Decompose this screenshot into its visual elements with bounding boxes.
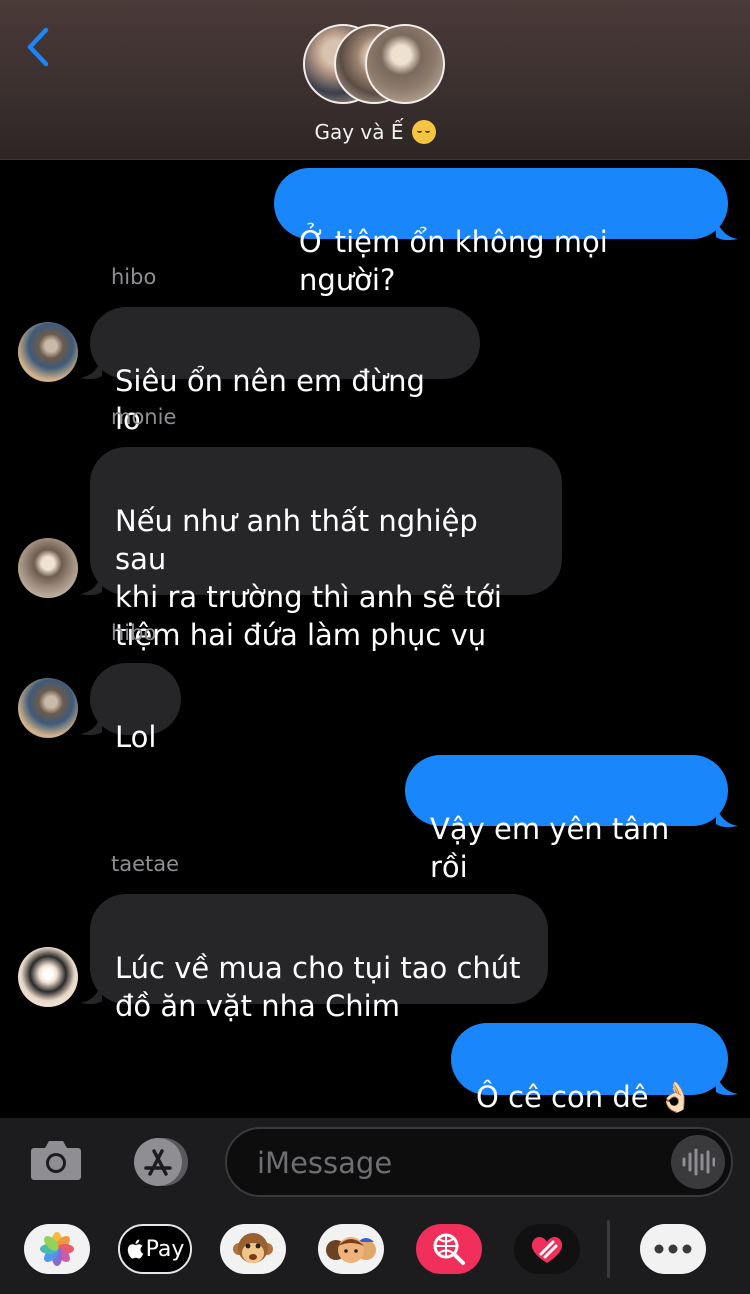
bubble-tail [716, 802, 738, 828]
app-store-button[interactable] [126, 1137, 190, 1187]
message-text: Vậy em yên tâm rồi [430, 812, 670, 884]
chevron-left-icon [27, 27, 49, 67]
animoji-app[interactable] [220, 1224, 286, 1274]
message-input[interactable]: iMessage [225, 1127, 733, 1197]
photos-app[interactable] [24, 1224, 90, 1274]
bubble-tail [80, 710, 102, 736]
avatar[interactable] [18, 947, 78, 1007]
bubble-tail [80, 570, 102, 596]
back-button[interactable] [22, 26, 56, 70]
avatar[interactable] [18, 322, 78, 382]
message-text: Nếu như anh thất nghiệp sau khi ra trườn… [115, 504, 502, 652]
incoming-message-bubble[interactable]: Siêu ổn nên em đừng lo [90, 307, 480, 436]
bubble-tail [80, 979, 102, 1005]
camera-icon [31, 1141, 81, 1180]
memoji-stickers-app[interactable] [318, 1224, 384, 1274]
group-name: Gay và Ế [314, 120, 404, 144]
group-title[interactable]: Gay và Ế [0, 120, 750, 144]
group-avatars[interactable] [303, 24, 448, 108]
incoming-message-bubble[interactable]: Lúc về mua cho tụi tao chút đồ ăn vặt nh… [90, 894, 548, 1023]
more-apps-button[interactable] [640, 1224, 706, 1274]
apple-pay-label: Pay [145, 1236, 185, 1262]
avatar [365, 24, 445, 104]
sender-name: monie [111, 405, 177, 429]
heart-touch-icon [531, 1236, 563, 1263]
message-text: Lúc về mua cho tụi tao chút đồ ăn vặt nh… [115, 951, 521, 1023]
audio-waveform-icon [682, 1148, 715, 1176]
outgoing-message-bubble[interactable]: Ô cê con dê 👌🏻 [451, 1023, 728, 1114]
apple-logo-icon [127, 1239, 143, 1259]
bubble-tail [716, 215, 738, 241]
digital-touch-app[interactable] [514, 1224, 580, 1274]
message-text: Ở tiệm ổn không mọi người? [299, 225, 608, 297]
bubble-tail [716, 1070, 738, 1096]
incoming-message-bubble[interactable]: Lol [90, 663, 181, 754]
outgoing-message-bubble[interactable]: Ở tiệm ổn không mọi người? [274, 168, 728, 297]
conversation-header: Gay và Ế [0, 0, 750, 160]
camera-button[interactable] [30, 1137, 82, 1181]
photos-icon [40, 1232, 74, 1266]
app-store-icon [134, 1138, 188, 1186]
bubble-tail [80, 354, 102, 380]
sender-name: taetae [111, 852, 180, 876]
voice-message-button[interactable] [671, 1135, 725, 1189]
outgoing-message-bubble[interactable]: Vậy em yên tâm rồi [405, 755, 728, 884]
monkey-face-icon [233, 1233, 273, 1263]
more-dots-icon [654, 1244, 692, 1254]
sender-name: hibo [111, 265, 157, 289]
search-images-app[interactable] [416, 1224, 482, 1274]
drooling-face-emoji-icon [411, 120, 436, 144]
avatar[interactable] [18, 538, 78, 598]
message-input-placeholder: iMessage [257, 1146, 393, 1180]
drawer-divider [607, 1220, 610, 1278]
message-text: Lol [115, 720, 157, 754]
memoji-icon [326, 1237, 376, 1263]
message-text: Ô cê con dê 👌🏻 [476, 1080, 694, 1114]
sender-name: hibo [111, 621, 157, 645]
avatar[interactable] [18, 678, 78, 738]
apple-pay-app[interactable]: Pay [118, 1224, 192, 1274]
incoming-message-bubble[interactable]: Nếu như anh thất nghiệp sau khi ra trườn… [90, 447, 562, 652]
globe-search-icon [433, 1233, 465, 1265]
